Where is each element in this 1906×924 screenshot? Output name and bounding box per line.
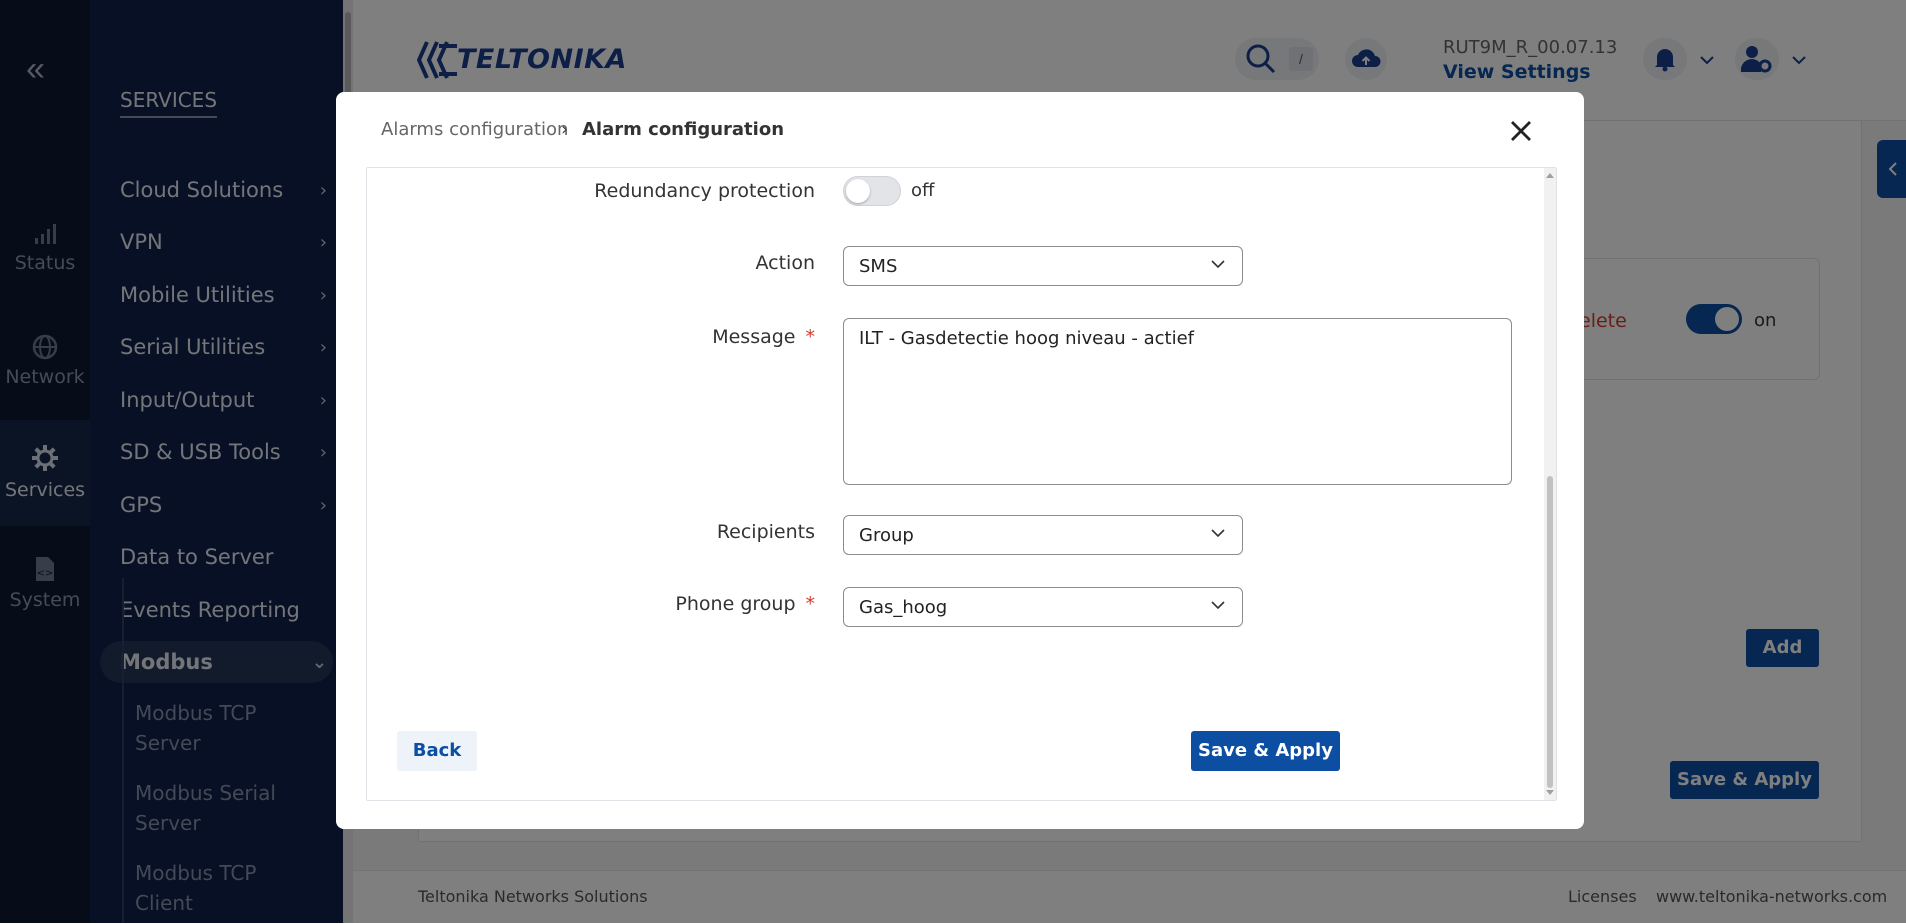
modal-scrollbar[interactable]	[1544, 168, 1556, 800]
redundancy-protection-toggle[interactable]	[843, 176, 901, 206]
alarm-configuration-modal: Alarms configuration › Alarm configurati…	[336, 92, 1584, 829]
action-select[interactable]: SMS	[843, 246, 1243, 286]
phone-group-label: Phone group *	[675, 593, 816, 615]
chevron-down-icon	[1211, 601, 1225, 610]
chevron-down-icon	[1211, 529, 1225, 538]
breadcrumb-alarms-configuration[interactable]: Alarms configuration	[381, 119, 568, 140]
redundancy-protection-label: Redundancy protection	[594, 180, 815, 202]
recipients-select-value: Group	[859, 525, 914, 546]
back-button[interactable]: Back	[397, 731, 477, 771]
message-text: ILT - Gasdetectie hoog niveau - actief	[859, 328, 1195, 349]
phone-group-select-value: Gas_hoog	[859, 597, 948, 618]
required-indicator: *	[805, 326, 816, 348]
close-modal-button[interactable]	[1506, 116, 1536, 146]
breadcrumb-separator: ›	[561, 119, 569, 140]
form-panel: Redundancy protection off Action SMS Mes…	[366, 167, 1557, 801]
save-apply-button[interactable]: Save & Apply	[1191, 731, 1340, 771]
close-icon	[1511, 121, 1531, 141]
required-indicator: *	[805, 593, 816, 615]
message-textarea[interactable]: ILT - Gasdetectie hoog niveau - actief	[843, 318, 1512, 485]
message-label: Message *	[712, 326, 816, 348]
action-select-value: SMS	[859, 256, 898, 277]
action-label: Action	[755, 252, 815, 274]
recipients-select[interactable]: Group	[843, 515, 1243, 555]
breadcrumb-alarm-configuration: Alarm configuration	[582, 119, 785, 140]
recipients-label: Recipients	[716, 521, 815, 543]
phone-group-select[interactable]: Gas_hoog	[843, 587, 1243, 627]
chevron-down-icon	[1211, 260, 1225, 269]
redundancy-protection-state: off	[911, 180, 935, 201]
